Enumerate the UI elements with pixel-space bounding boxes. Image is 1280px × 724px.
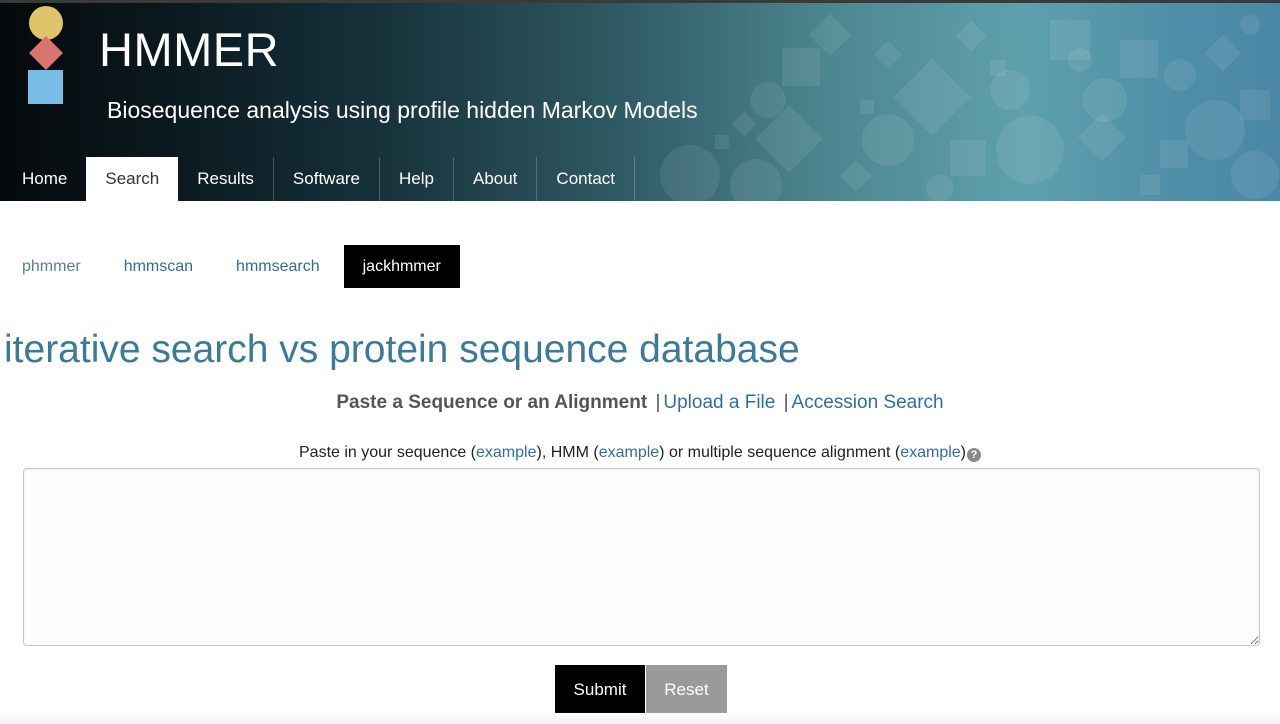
input-mode-selector: Paste a Sequence or an Alignment | Upload… xyxy=(0,392,1280,414)
paste-instructions: Paste in your sequence (example), HMM (e… xyxy=(0,444,1280,462)
input-mode-separator: | xyxy=(783,392,789,413)
submit-button[interactable]: Submit xyxy=(555,665,645,713)
page-bottom-fade xyxy=(0,712,1280,724)
tab-hmmscan[interactable]: hmmscan xyxy=(105,245,217,288)
form-actions: Submit Reset xyxy=(555,665,727,713)
nav-item-software[interactable]: Software xyxy=(274,157,381,201)
nav-item-home[interactable]: Home xyxy=(0,157,86,201)
main-nav: Home Search Results Software Help About … xyxy=(0,157,636,201)
nav-item-help[interactable]: Help xyxy=(380,157,454,201)
tab-phmmer[interactable]: phmmer xyxy=(0,245,105,288)
hmmer-logo-icon[interactable] xyxy=(24,6,68,106)
input-mode-upload-link[interactable]: Upload a File xyxy=(663,392,775,413)
nav-item-search[interactable]: Search xyxy=(86,157,179,201)
input-mode-accession-link[interactable]: Accession Search xyxy=(792,392,944,413)
nav-item-results[interactable]: Results xyxy=(178,157,274,201)
paste-instructions-text: ) xyxy=(960,444,966,461)
paste-instructions-text: Paste in your sequence ( xyxy=(299,444,476,461)
sequence-example-link[interactable]: example xyxy=(476,444,536,461)
site-title[interactable]: HMMER xyxy=(99,22,279,77)
page-title: iterative search vs protein sequence dat… xyxy=(4,328,800,371)
alignment-example-link[interactable]: example xyxy=(900,444,960,461)
nav-item-contact[interactable]: Contact xyxy=(537,157,636,201)
reset-button[interactable]: Reset xyxy=(646,665,727,713)
input-mode-separator: | xyxy=(655,392,661,413)
site-header: HMMER Biosequence analysis using profile… xyxy=(0,0,1280,201)
tab-jackhmmer[interactable]: jackhmmer xyxy=(343,245,460,288)
window-top-strip xyxy=(0,0,1280,3)
tab-hmmsearch[interactable]: hmmsearch xyxy=(217,245,344,288)
site-subtitle: Biosequence analysis using profile hidde… xyxy=(107,97,698,123)
paste-instructions-text: ) or multiple sequence alignment ( xyxy=(659,444,901,461)
paste-instructions-text: ), HMM ( xyxy=(536,444,599,461)
sequence-input[interactable] xyxy=(23,468,1260,646)
nav-item-about[interactable]: About xyxy=(454,157,538,201)
question-circle-icon[interactable]: ? xyxy=(967,448,981,462)
hmm-example-link[interactable]: example xyxy=(599,444,659,461)
input-mode-paste[interactable]: Paste a Sequence or an Alignment xyxy=(336,392,647,413)
search-type-tabs: phmmer hmmscan hmmsearch jackhmmer xyxy=(0,245,460,288)
